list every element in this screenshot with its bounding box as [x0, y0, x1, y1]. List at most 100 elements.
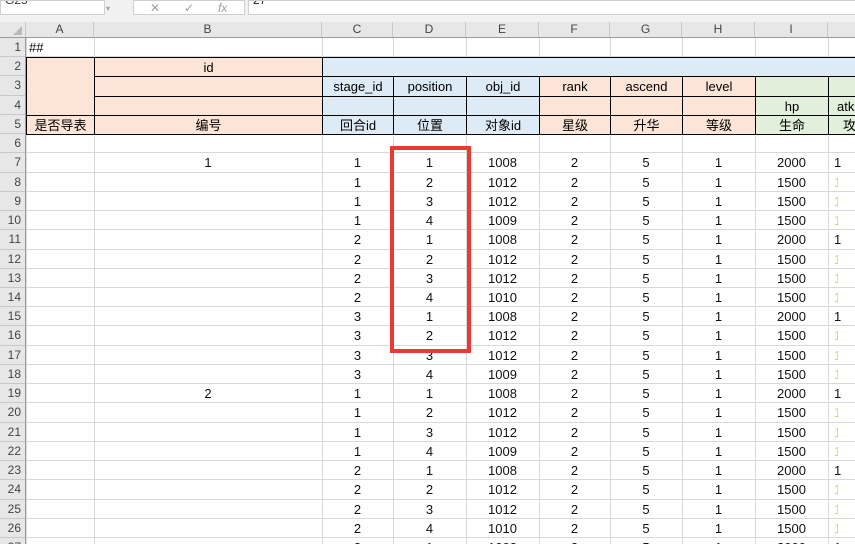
cell-H25[interactable]: 1 [682, 500, 755, 519]
cell-G4[interactable] [610, 96, 683, 116]
column-header-F[interactable]: F [539, 22, 610, 37]
cell-F22[interactable]: 2 [539, 442, 610, 461]
cell-H12[interactable]: 1 [682, 250, 755, 269]
cell-E21[interactable]: 1012 [466, 423, 539, 442]
cell-J20[interactable]: 1 [834, 403, 838, 422]
cell-F14[interactable]: 2 [539, 288, 610, 307]
cell-H3[interactable]: level [682, 76, 756, 96]
cell-J23[interactable]: 1 [834, 461, 854, 480]
cell-F26[interactable]: 2 [539, 519, 610, 538]
cell-E11[interactable]: 1008 [466, 230, 539, 249]
cell-G8[interactable]: 5 [610, 173, 682, 192]
row-header-19[interactable]: 19 [0, 384, 21, 403]
cell-H8[interactable]: 1 [682, 173, 755, 192]
cell-G16[interactable]: 5 [610, 326, 682, 345]
cell-C25[interactable]: 2 [322, 500, 393, 519]
cell-D7[interactable]: 1 [393, 153, 466, 172]
cell-D25[interactable]: 3 [393, 500, 466, 519]
cell-C14[interactable]: 2 [322, 288, 393, 307]
cell-G23[interactable]: 5 [610, 461, 682, 480]
cell-J18[interactable]: 1 [834, 365, 838, 384]
cell-G25[interactable]: 5 [610, 500, 682, 519]
cell-C27[interactable]: 3 [322, 538, 393, 544]
cell-I11[interactable]: 2000 [755, 230, 828, 249]
cell-E4[interactable] [466, 96, 540, 116]
row-header-1[interactable]: 1 [0, 38, 21, 57]
cell-G22[interactable]: 5 [610, 442, 682, 461]
cell-C12[interactable]: 2 [322, 250, 393, 269]
cell-C23[interactable]: 2 [322, 461, 393, 480]
cell-E12[interactable]: 1012 [466, 250, 539, 269]
cell-J13[interactable]: 1 [834, 269, 838, 288]
cell-I25[interactable]: 1500 [755, 500, 828, 519]
cell-J14[interactable]: 1 [834, 288, 838, 307]
cell-J10[interactable]: 1 [834, 211, 838, 230]
cell-I13[interactable]: 1500 [755, 269, 828, 288]
cell-C7[interactable]: 1 [322, 153, 393, 172]
cell-E24[interactable]: 1012 [466, 480, 539, 499]
cell-E25[interactable]: 1012 [466, 500, 539, 519]
row-header-10[interactable]: 10 [0, 211, 21, 230]
cell-C26[interactable]: 2 [322, 519, 393, 538]
row-header-8[interactable]: 8 [0, 173, 21, 192]
cell-C10[interactable]: 1 [322, 211, 393, 230]
cell-C24[interactable]: 2 [322, 480, 393, 499]
row-header-16[interactable]: 16 [0, 326, 21, 345]
cell-I4[interactable]: hp [755, 96, 829, 116]
cell-F13[interactable]: 2 [539, 269, 610, 288]
cell-C13[interactable]: 2 [322, 269, 393, 288]
cell-C20[interactable]: 1 [322, 403, 393, 422]
row-header-7[interactable]: 7 [0, 153, 21, 172]
cell-D27[interactable]: 1 [393, 538, 466, 544]
cell-I21[interactable]: 1500 [755, 423, 828, 442]
cell-B5[interactable]: 编号 [94, 115, 323, 135]
cell-G20[interactable]: 5 [610, 403, 682, 422]
column-header-G[interactable]: G [610, 22, 682, 37]
row-header-21[interactable]: 21 [0, 423, 21, 442]
cell-E27[interactable]: 1008 [466, 538, 539, 544]
cell-H26[interactable]: 1 [682, 519, 755, 538]
cell-E9[interactable]: 1012 [466, 192, 539, 211]
cell-J22[interactable]: 1 [834, 442, 838, 461]
cell-E20[interactable]: 1012 [466, 403, 539, 422]
row-header-17[interactable]: 17 [0, 346, 21, 365]
cell-I19[interactable]: 2000 [755, 384, 828, 403]
cell-B2[interactable]: id [94, 57, 323, 77]
cell-I14[interactable]: 1500 [755, 288, 828, 307]
cell-A5[interactable]: 是否导表 [26, 115, 95, 135]
cell-G17[interactable]: 5 [610, 346, 682, 365]
cell-C4[interactable] [322, 96, 394, 116]
cell-C19[interactable]: 1 [322, 384, 393, 403]
row-header-11[interactable]: 11 [0, 230, 21, 249]
cell-C11[interactable]: 2 [322, 230, 393, 249]
cell-B4[interactable] [94, 96, 323, 116]
cell-H22[interactable]: 1 [682, 442, 755, 461]
cell-H20[interactable]: 1 [682, 403, 755, 422]
cell-E14[interactable]: 1010 [466, 288, 539, 307]
cell-C22[interactable]: 1 [322, 442, 393, 461]
cell-D14[interactable]: 4 [393, 288, 466, 307]
column-header-C[interactable]: C [322, 22, 393, 37]
column-header-B[interactable]: B [94, 22, 322, 37]
cell-A1[interactable]: ## [29, 38, 89, 57]
cell-D12[interactable]: 2 [393, 250, 466, 269]
row-header-5[interactable]: 5 [0, 115, 21, 134]
cell-D10[interactable]: 4 [393, 211, 466, 230]
cell-D17[interactable]: 3 [393, 346, 466, 365]
cell-H14[interactable]: 1 [682, 288, 755, 307]
row-header-25[interactable]: 25 [0, 500, 21, 519]
cell-F19[interactable]: 2 [539, 384, 610, 403]
cell-D26[interactable]: 4 [393, 519, 466, 538]
cell-C16[interactable]: 3 [322, 326, 393, 345]
cell-I26[interactable]: 1500 [755, 519, 828, 538]
cell-D21[interactable]: 3 [393, 423, 466, 442]
cell-J25[interactable]: 1 [834, 500, 838, 519]
cell-E22[interactable]: 1009 [466, 442, 539, 461]
cell-D3[interactable]: position [393, 76, 467, 96]
cell-E7[interactable]: 1008 [466, 153, 539, 172]
cell-J27[interactable]: 1 [834, 538, 854, 544]
row-header-18[interactable]: 18 [0, 365, 21, 384]
row-header-13[interactable]: 13 [0, 269, 21, 288]
cell-G12[interactable]: 5 [610, 250, 682, 269]
cell-D5[interactable]: 位置 [393, 115, 467, 135]
